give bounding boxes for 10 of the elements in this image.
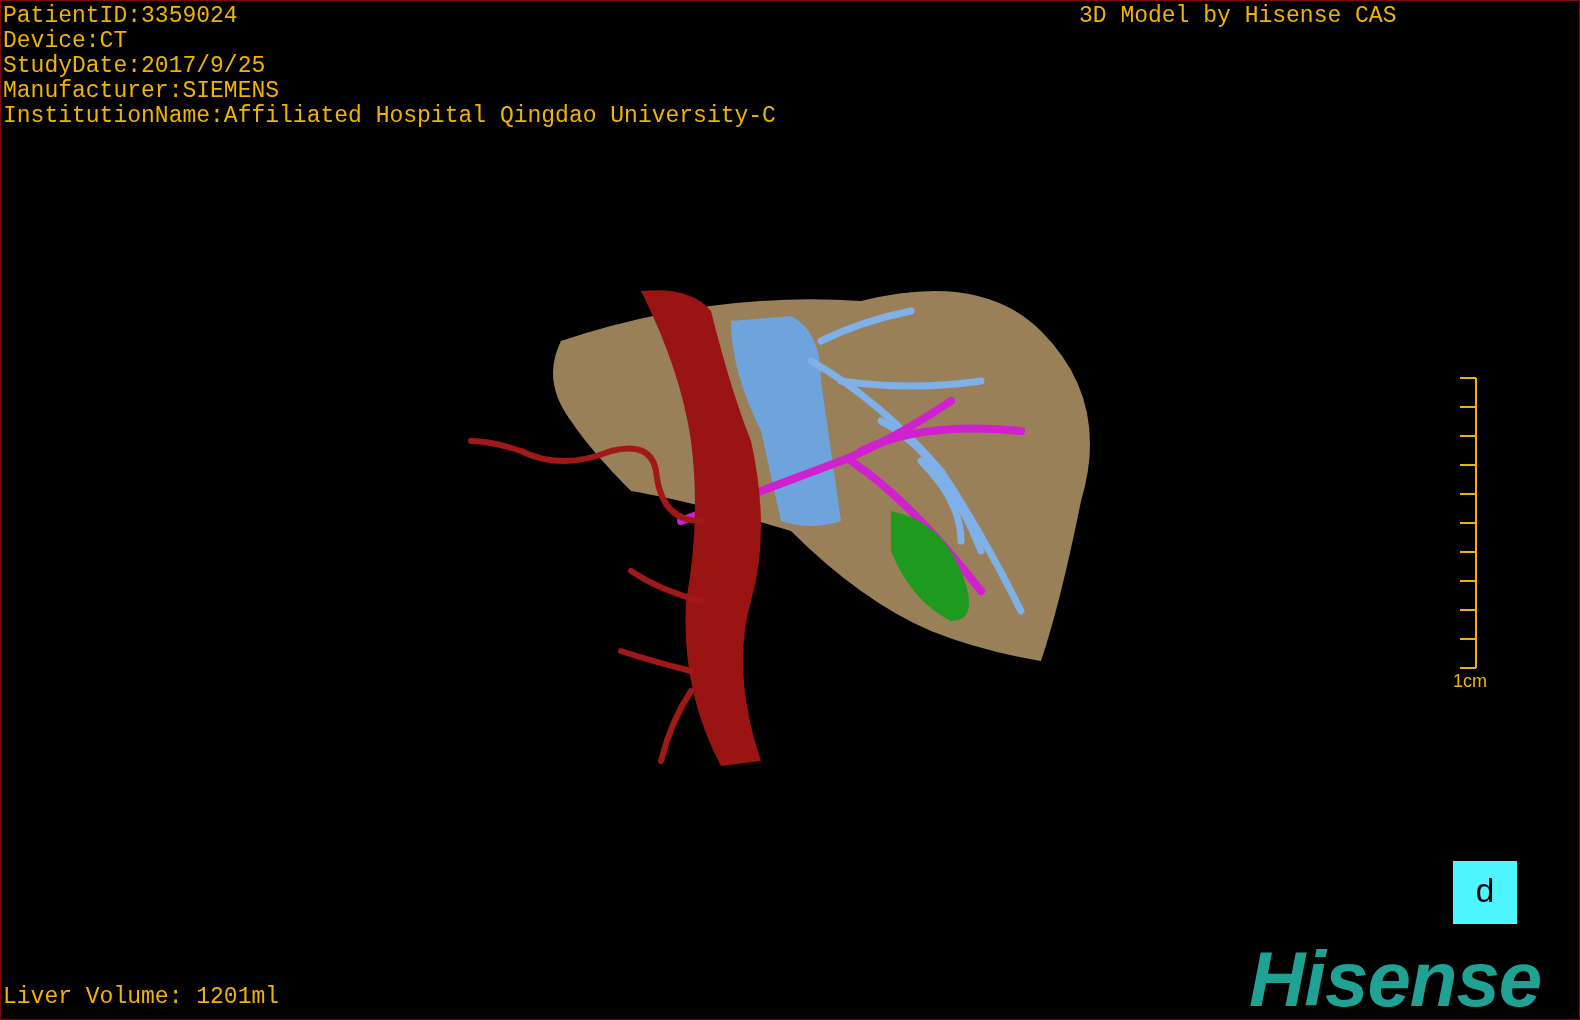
model-title: 3D Model by Hisense CAS: [1079, 4, 1397, 29]
liver-volume-text: Liver Volume: 1201ml: [3, 985, 280, 1010]
info-text: StudyDate:2017/9/25: [3, 54, 267, 79]
view-button[interactable]: d: [1453, 861, 1517, 924]
info-text: PatientID:3359024: [3, 4, 239, 29]
info-text: InstitutionName:Affiliated Hospital Qingdao University-C: [3, 104, 776, 129]
info-text: Device:CT: [3, 29, 129, 54]
brand-logo: Hisense: [1249, 939, 1542, 1019]
scale-label: 1cm: [1453, 671, 1487, 692]
info-text: Manufacturer:SIEMENS: [3, 79, 281, 104]
